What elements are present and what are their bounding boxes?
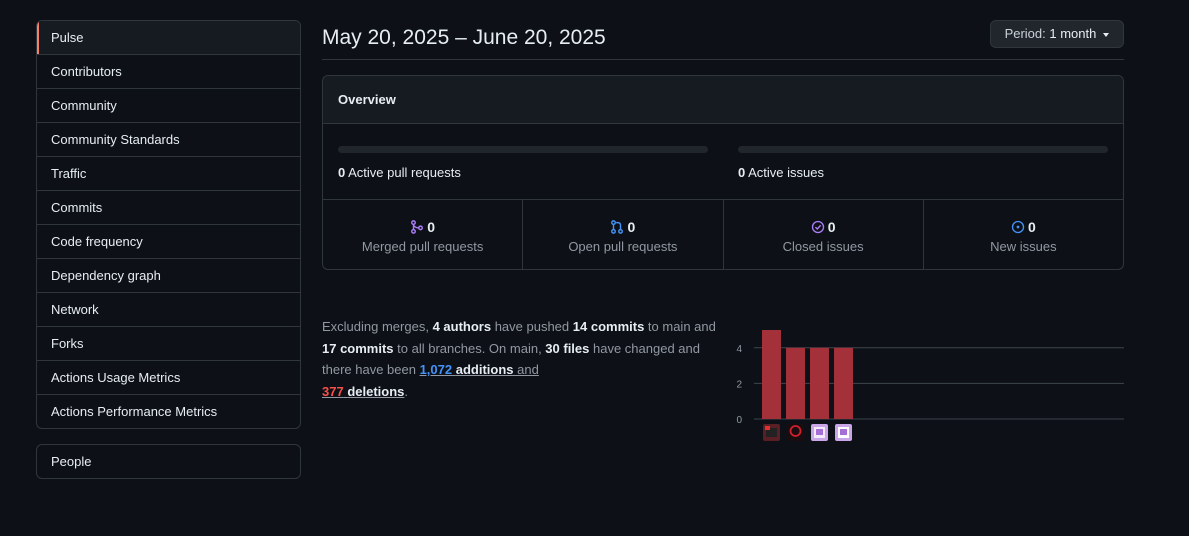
summary-text: . xyxy=(404,383,409,399)
summary-text: have pushed xyxy=(491,319,573,334)
stat-closed-issues[interactable]: 0 Closed issues xyxy=(722,200,923,269)
commit-summary: Excluding merges, 4 authors have pushed … xyxy=(322,316,722,402)
commits-per-author-chart: 0 2 4 xyxy=(736,330,1124,441)
deletions-count: 377 xyxy=(322,383,344,399)
active-issues-bar xyxy=(738,146,1108,153)
active-issues-count: 0 xyxy=(738,165,746,180)
issue-closed-icon xyxy=(811,220,824,234)
active-issues-label: Active issues xyxy=(748,165,825,180)
merged-prs-label: Merged pull requests xyxy=(361,239,484,254)
menu-item-pulse[interactable]: Pulse xyxy=(37,21,300,54)
sidebar: Pulse Contributors Community Community S… xyxy=(36,20,301,479)
menu-item-actions-usage-metrics[interactable]: Actions Usage Metrics xyxy=(37,360,300,394)
period-value: 1 month xyxy=(1049,26,1097,41)
additions-count: 1,072 xyxy=(419,362,453,377)
overview-title: Overview xyxy=(323,76,1123,124)
menu-item-people[interactable]: People xyxy=(37,445,300,478)
commits-all-count: 17 commits xyxy=(322,340,394,356)
avatar-glyph xyxy=(816,429,823,435)
y-tick-label: 2 xyxy=(736,379,742,390)
overview-activity: 0 Active pull requests 0 Active issues xyxy=(323,124,1123,200)
stat-new-issues[interactable]: 0 New issues xyxy=(922,200,1123,269)
period-prefix: Period: xyxy=(1004,26,1046,41)
new-issues-label: New issues xyxy=(990,239,1057,254)
overview-box: Overview 0 Active pull requests 0 Active… xyxy=(322,75,1124,270)
active-prs-count: 0 xyxy=(338,165,346,180)
menu-item-community-standards[interactable]: Community Standards xyxy=(37,122,300,156)
y-tick-label: 4 xyxy=(736,344,742,355)
stat-merged-prs[interactable]: 0 Merged pull requests xyxy=(323,200,522,269)
commits-main-count: 14 commits xyxy=(572,319,645,334)
git-merge-icon xyxy=(411,220,424,234)
menu-item-code-frequency[interactable]: Code frequency xyxy=(37,224,300,258)
deletions-link[interactable]: 377 deletions xyxy=(322,384,404,399)
active-issues-text[interactable]: 0 Active issues xyxy=(738,165,1108,180)
summary-text: Excluding merges, xyxy=(322,319,433,334)
authors-count: 4 authors xyxy=(432,319,492,334)
pulse-main: May 20, 2025 – June 20, 2025 Period: 1 m… xyxy=(322,20,1124,441)
avatar-glyph xyxy=(840,429,847,435)
additions-link[interactable]: 1,072 additions and xyxy=(420,362,539,377)
pulse-header: May 20, 2025 – June 20, 2025 Period: 1 m… xyxy=(322,20,1124,60)
summary-text: and xyxy=(513,362,539,377)
closed-issues-label: Closed issues xyxy=(782,239,864,254)
additions-word: additions xyxy=(455,362,514,377)
period-dropdown-button[interactable]: Period: 1 month xyxy=(989,20,1124,48)
active-prs-label: Active pull requests xyxy=(348,165,461,180)
caret-down-icon xyxy=(1103,32,1109,37)
menu-item-contributors[interactable]: Contributors xyxy=(37,54,300,88)
chart-bar xyxy=(762,330,781,419)
summary-text: to main and xyxy=(644,319,716,334)
active-issues: 0 Active issues xyxy=(723,124,1123,199)
y-tick-label: 0 xyxy=(736,415,742,426)
issue-opened-icon xyxy=(1011,220,1025,234)
chart-bar xyxy=(834,347,853,419)
insights-menu: Pulse Contributors Community Community S… xyxy=(36,20,301,429)
active-prs-text[interactable]: 0 Active pull requests xyxy=(338,165,708,180)
menu-item-dependency-graph[interactable]: Dependency graph xyxy=(37,258,300,292)
active-prs-bar xyxy=(338,146,708,153)
git-pull-request-icon xyxy=(611,220,624,234)
active-prs: 0 Active pull requests xyxy=(323,124,723,199)
menu-item-traffic[interactable]: Traffic xyxy=(37,156,300,190)
menu-item-commits[interactable]: Commits xyxy=(37,190,300,224)
avatar-glyph xyxy=(765,426,770,430)
menu-item-community[interactable]: Community xyxy=(37,88,300,122)
summary-text: to all branches. On main, xyxy=(393,340,546,356)
merged-prs-count: 0 xyxy=(427,219,436,235)
stat-open-prs[interactable]: 0 Open pull requests xyxy=(522,200,722,269)
people-menu: People xyxy=(36,444,301,479)
new-issues-count: 0 xyxy=(1027,219,1036,235)
open-prs-label: Open pull requests xyxy=(568,239,678,254)
chart-bar xyxy=(810,347,829,419)
menu-item-forks[interactable]: Forks xyxy=(37,326,300,360)
open-prs-count: 0 xyxy=(627,219,636,235)
menu-item-actions-performance-metrics[interactable]: Actions Performance Metrics xyxy=(37,394,300,428)
closed-issues-count: 0 xyxy=(827,219,836,235)
menu-item-network[interactable]: Network xyxy=(37,292,300,326)
overview-stats: 0 Merged pull requests 0 Open pull reque… xyxy=(323,200,1123,269)
chart-bar xyxy=(786,347,805,419)
deletions-word: deletions xyxy=(347,383,405,399)
files-count: 30 files xyxy=(545,340,590,356)
